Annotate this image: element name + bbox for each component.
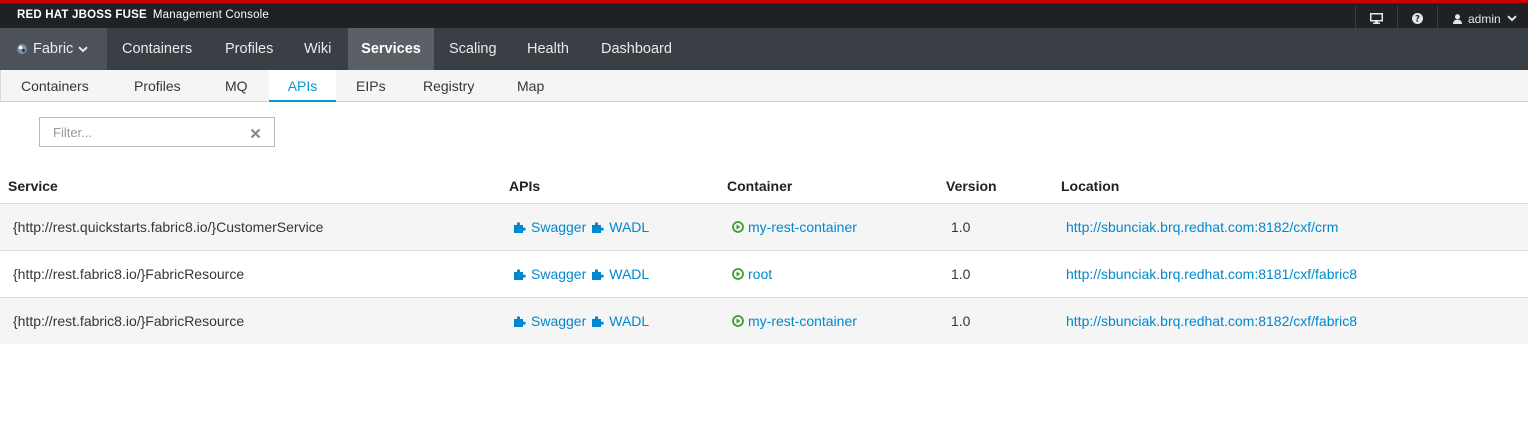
service-name: {http://rest.fabric8.io/}FabricResource bbox=[13, 266, 245, 282]
container-cell: my-rest-container bbox=[732, 219, 857, 235]
play-circle-icon bbox=[732, 315, 744, 327]
header-version[interactable]: Version bbox=[946, 178, 997, 194]
tab-profiles[interactable]: Profiles bbox=[134, 70, 181, 101]
fabric-logo-icon bbox=[17, 44, 27, 54]
container-cell: my-rest-container bbox=[732, 313, 857, 329]
nav-wiki[interactable]: Wiki bbox=[304, 28, 331, 70]
container-cell: root bbox=[732, 266, 772, 282]
tab-mq[interactable]: MQ bbox=[225, 70, 248, 101]
puzzle-icon bbox=[514, 269, 526, 280]
monitor-icon bbox=[1370, 13, 1383, 24]
tab-registry[interactable]: Registry bbox=[423, 70, 474, 101]
location-link[interactable]: http://sbunciak.brq.redhat.com:8181/cxf/… bbox=[1066, 266, 1357, 282]
wadl-link[interactable]: WADL bbox=[609, 219, 649, 235]
play-circle-icon bbox=[732, 268, 744, 280]
table-row: {http://rest.fabric8.io/}FabricResource … bbox=[0, 297, 1528, 344]
clear-filter-button[interactable] bbox=[250, 126, 261, 142]
brand-product: RED HAT JBOSS FUSE bbox=[17, 9, 147, 21]
username: admin bbox=[1468, 11, 1501, 26]
swagger-link[interactable]: Swagger bbox=[531, 313, 586, 329]
tab-eips[interactable]: EIPs bbox=[356, 70, 386, 101]
service-name: {http://rest.quickstarts.fabric8.io/}Cus… bbox=[13, 219, 324, 235]
container-link[interactable]: my-rest-container bbox=[748, 313, 857, 329]
puzzle-icon bbox=[592, 316, 604, 327]
nav-scaling[interactable]: Scaling bbox=[449, 28, 497, 70]
svg-text:?: ? bbox=[1415, 15, 1420, 24]
header-location[interactable]: Location bbox=[1061, 178, 1119, 194]
filter-box bbox=[39, 117, 275, 147]
wadl-link[interactable]: WADL bbox=[609, 313, 649, 329]
chevron-down-icon bbox=[1506, 15, 1517, 22]
sub-nav: Containers Profiles MQ APIs EIPs Registr… bbox=[0, 70, 1528, 102]
container-link[interactable]: root bbox=[748, 266, 772, 282]
tab-containers[interactable]: Containers bbox=[21, 70, 89, 101]
container-link[interactable]: my-rest-container bbox=[748, 219, 857, 235]
version-value: 1.0 bbox=[951, 313, 971, 329]
chevron-down-icon bbox=[78, 45, 88, 52]
nav-profiles[interactable]: Profiles bbox=[225, 28, 273, 70]
location-link[interactable]: http://sbunciak.brq.redhat.com:8182/cxf/… bbox=[1066, 313, 1357, 329]
brand-console: Management Console bbox=[152, 9, 270, 21]
main-nav: Fabric Containers Profiles Wiki Services… bbox=[0, 28, 1528, 70]
puzzle-icon bbox=[514, 316, 526, 327]
puzzle-icon bbox=[514, 222, 526, 233]
filter-input[interactable] bbox=[40, 118, 240, 146]
tab-map[interactable]: Map bbox=[517, 70, 544, 101]
puzzle-icon bbox=[592, 269, 604, 280]
version-value: 1.0 bbox=[951, 219, 971, 235]
fabric-dropdown[interactable]: Fabric bbox=[0, 28, 107, 70]
header-service[interactable]: Service bbox=[8, 178, 58, 194]
api-links: Swagger WADL bbox=[513, 313, 649, 329]
api-links: Swagger WADL bbox=[513, 266, 649, 282]
header-apis[interactable]: APIs bbox=[509, 178, 540, 194]
brand-logo[interactable]: RED HAT JBOSS FUSE Management Console bbox=[17, 9, 269, 21]
swagger-link[interactable]: Swagger bbox=[531, 266, 586, 282]
nav-containers[interactable]: Containers bbox=[122, 28, 192, 70]
table-row: {http://rest.fabric8.io/}FabricResource … bbox=[0, 250, 1528, 297]
play-circle-icon bbox=[732, 221, 744, 233]
api-links: Swagger WADL bbox=[513, 219, 649, 235]
brand-bar: RED HAT JBOSS FUSE Management Console ? a… bbox=[0, 0, 1528, 31]
location-link[interactable]: http://sbunciak.brq.redhat.com:8182/cxf/… bbox=[1066, 219, 1338, 235]
nav-health[interactable]: Health bbox=[527, 28, 569, 70]
close-icon bbox=[250, 128, 261, 139]
wadl-link[interactable]: WADL bbox=[609, 266, 649, 282]
header-container[interactable]: Container bbox=[727, 178, 792, 194]
tab-apis[interactable]: APIs bbox=[269, 70, 336, 102]
user-icon bbox=[1453, 13, 1462, 24]
version-value: 1.0 bbox=[951, 266, 971, 282]
table-row: {http://rest.quickstarts.fabric8.io/}Cus… bbox=[0, 203, 1528, 250]
question-icon: ? bbox=[1412, 13, 1423, 24]
service-name: {http://rest.fabric8.io/}FabricResource bbox=[13, 313, 245, 329]
fabric-label: Fabric bbox=[33, 41, 74, 57]
puzzle-icon bbox=[592, 222, 604, 233]
swagger-link[interactable]: Swagger bbox=[531, 219, 586, 235]
nav-services[interactable]: Services bbox=[348, 28, 434, 70]
nav-dashboard[interactable]: Dashboard bbox=[601, 28, 672, 70]
